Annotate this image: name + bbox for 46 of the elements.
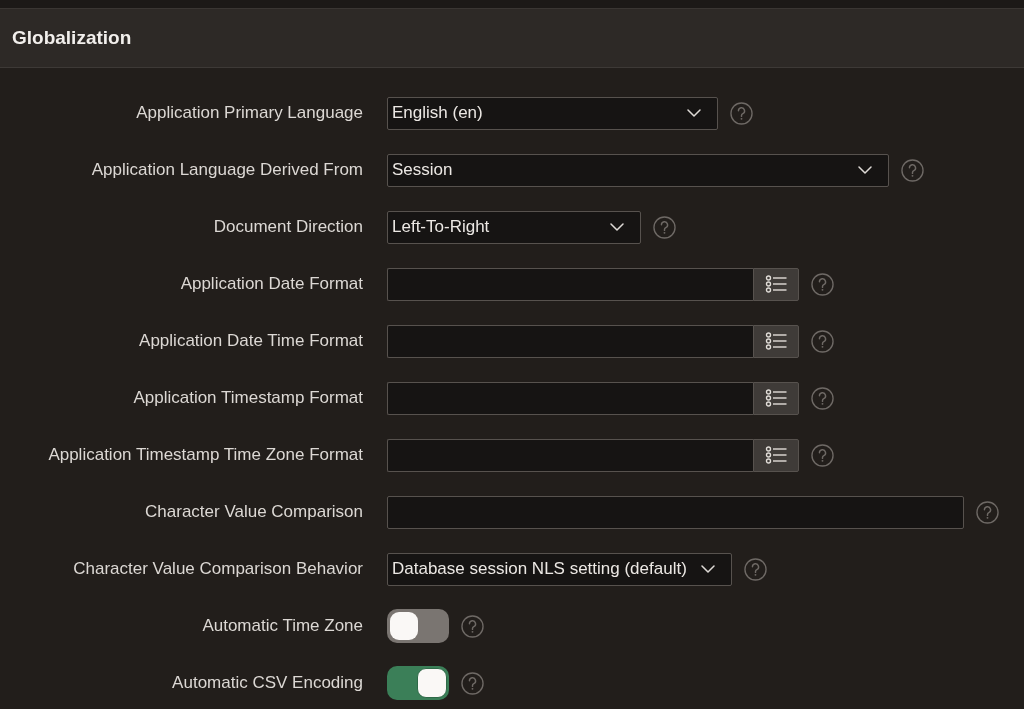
field-label: Character Value Comparison xyxy=(144,502,363,522)
input-field[interactable] xyxy=(387,495,964,529)
help-icon[interactable] xyxy=(653,215,676,239)
field-label: Character Value Comparison Behavior xyxy=(72,559,363,579)
field-label: Application Date Time Format xyxy=(138,331,363,351)
help-icon[interactable] xyxy=(901,158,924,182)
list-icon xyxy=(765,389,787,407)
input-field[interactable] xyxy=(387,324,753,358)
chevron-down-icon xyxy=(858,166,872,174)
field-label: Application Language Derived From xyxy=(90,160,363,180)
field-label: Application Date Format xyxy=(179,274,363,294)
help-icon[interactable] xyxy=(811,329,834,353)
list-icon xyxy=(765,332,787,350)
field-label: Automatic CSV Encoding xyxy=(171,673,363,693)
chevron-down-icon xyxy=(700,565,715,573)
chevron-down-icon xyxy=(687,109,701,117)
help-icon[interactable] xyxy=(976,500,999,524)
select-field[interactable]: English (en) xyxy=(387,96,718,130)
field-label: Automatic Time Zone xyxy=(201,616,363,636)
field-label: Application Timestamp Format xyxy=(132,388,363,408)
input-field[interactable] xyxy=(387,438,753,472)
input-field[interactable] xyxy=(387,381,753,415)
list-icon xyxy=(765,275,787,293)
list-button[interactable] xyxy=(753,267,799,301)
help-icon[interactable] xyxy=(811,443,834,467)
list-button[interactable] xyxy=(753,324,799,358)
list-button[interactable] xyxy=(753,381,799,415)
input-field[interactable] xyxy=(387,267,753,301)
field-label: Application Primary Language xyxy=(135,103,363,123)
help-icon[interactable] xyxy=(743,557,767,581)
help-icon[interactable] xyxy=(461,614,484,638)
select-field[interactable]: Session xyxy=(387,153,889,187)
section-title: Globalization xyxy=(12,26,132,49)
help-icon[interactable] xyxy=(461,671,484,695)
help-icon[interactable] xyxy=(811,386,834,410)
field-label: Document Direction xyxy=(212,217,363,237)
select-field[interactable]: Database session NLS setting (default) xyxy=(387,552,732,586)
toggle-switch[interactable] xyxy=(387,609,449,643)
select-field[interactable]: Left-To-Right xyxy=(387,210,641,244)
toggle-switch[interactable] xyxy=(387,666,449,700)
list-button[interactable] xyxy=(753,438,799,472)
field-label: Application Timestamp Time Zone Format xyxy=(47,445,363,465)
help-icon[interactable] xyxy=(730,101,753,125)
list-icon xyxy=(765,446,787,464)
help-icon[interactable] xyxy=(811,272,834,296)
chevron-down-icon xyxy=(610,223,624,231)
